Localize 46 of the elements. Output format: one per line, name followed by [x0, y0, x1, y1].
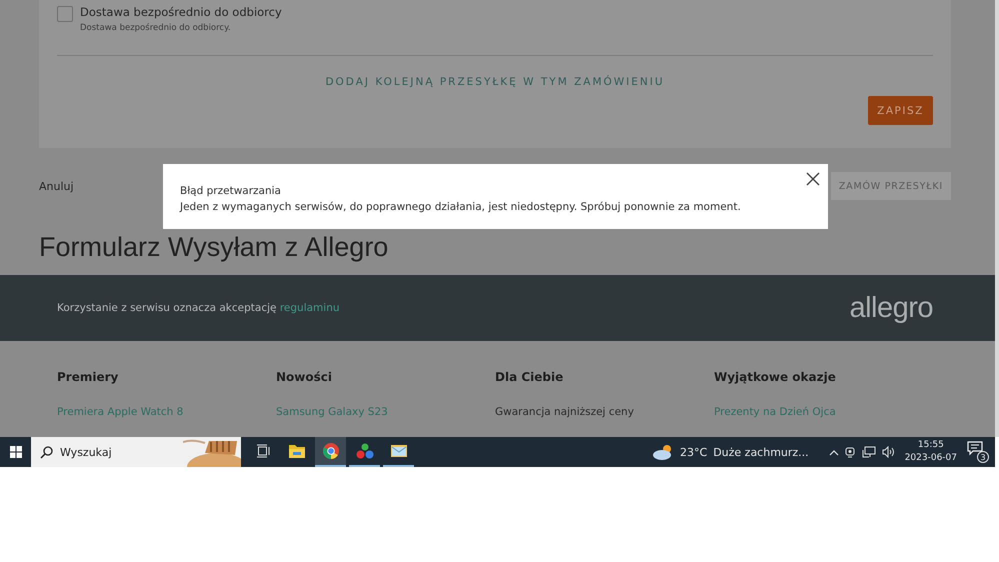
webcam-icon[interactable]	[844, 446, 856, 458]
page-title: Formularz Wysyłam z Allegro	[39, 232, 390, 263]
temperature: 23°C	[680, 446, 708, 458]
search-placeholder: Wyszukaj	[60, 446, 112, 458]
windows-logo-icon	[10, 446, 22, 458]
column-heading: Wyjątkowe okazje	[714, 370, 837, 384]
dialog-message: Jeden z wymaganych serwisów, do poprawnego działania, jest niedostępny. Spróbuj ponownie za moment.	[180, 200, 742, 215]
footer-link[interactable]: Premiera Apple Watch 8	[57, 406, 184, 418]
save-button[interactable]: ZAPISZ	[868, 96, 933, 125]
message-icon	[967, 441, 983, 456]
column-heading: Nowości	[276, 370, 333, 384]
notification-badge: 3	[977, 451, 989, 463]
speaker-icon[interactable]	[882, 446, 895, 458]
colored-dots-icon	[356, 443, 374, 459]
taskbar-app-button[interactable]	[315, 437, 346, 467]
clock[interactable]: 15:55 2023-06-07	[904, 439, 957, 465]
option-label: Dostawa bezpośrednio do odbiorcy	[80, 5, 282, 19]
terms-link[interactable]: regulaminu	[280, 302, 340, 314]
search-field[interactable]: Wyszukaj	[31, 437, 241, 467]
column-heading: Dla Ciebie	[495, 370, 564, 384]
notification-button[interactable]: 3	[967, 441, 987, 463]
add-shipment-link[interactable]: DODAJ KOLEJNĄ PRZESYŁKĘ W TYM ZAMÓWIENIU	[325, 76, 665, 88]
browser-icon	[322, 443, 338, 459]
footer-link[interactable]: Samsung Galaxy S23	[276, 406, 388, 418]
envelope-icon	[390, 444, 408, 458]
brand-logo: allegro	[849, 292, 933, 324]
network-icon[interactable]	[862, 446, 876, 458]
folder-icon	[288, 444, 304, 458]
cancel-link[interactable]: Anuluj	[39, 180, 74, 192]
terms-notice: Korzystanie z serwisu oznacza akceptację regulaminu	[57, 302, 340, 314]
task-view-icon	[256, 444, 270, 458]
weather-condition: Duże zachmurz...	[713, 446, 809, 458]
column-heading: Premiery	[57, 370, 120, 384]
dialog-title: Błąd przetwarzania	[180, 184, 282, 199]
close-icon	[806, 172, 820, 186]
option-description: Dostawa bezpośrednio do odbiorcy.	[80, 23, 232, 33]
weather-cloud-icon	[652, 444, 674, 460]
footer-text: Gwarancja najniższej ceny	[495, 406, 634, 418]
checkbox[interactable]	[57, 6, 73, 22]
date: 2023-06-07	[904, 452, 957, 465]
search-icon	[40, 446, 53, 458]
time: 15:55	[918, 439, 944, 452]
bread-illustration	[183, 437, 241, 467]
footer-link[interactable]: Prezenty na Dzień Ojca	[714, 406, 836, 418]
close-button[interactable]	[806, 172, 820, 186]
chevron-up-icon[interactable]	[828, 448, 839, 456]
